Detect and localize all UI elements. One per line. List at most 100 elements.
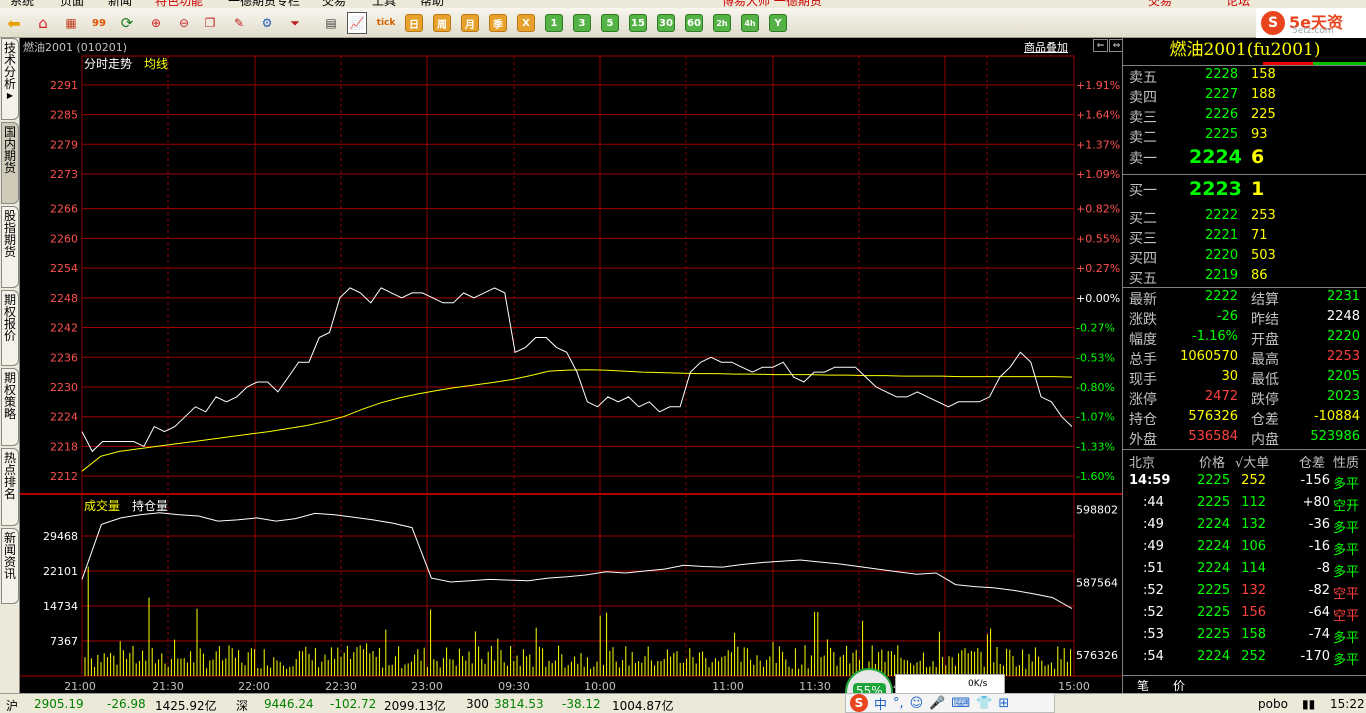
menu-item-page[interactable]: 页面 bbox=[60, 0, 84, 8]
table-icon[interactable]: ▤ bbox=[321, 13, 341, 33]
toolbox-icon[interactable]: ⊞ bbox=[998, 696, 1009, 711]
tick-position: +80 bbox=[1302, 495, 1330, 510]
mic-icon[interactable]: 🎤 bbox=[929, 696, 945, 711]
x-tick-label: 23:00 bbox=[411, 680, 443, 693]
keyboard-icon[interactable]: ⌨ bbox=[951, 696, 970, 711]
y-right-tick-label: -1.33% bbox=[1076, 440, 1115, 453]
back-icon[interactable]: ⬅ bbox=[4, 13, 24, 33]
y-tick-label: 2242 bbox=[50, 322, 78, 335]
period-30min-button[interactable]: 30 bbox=[657, 14, 675, 32]
sz-change: -102.72 bbox=[330, 697, 377, 711]
menu-item-column[interactable]: 一德期货专栏 bbox=[228, 0, 300, 8]
tab-4[interactable]: 期权策略 bbox=[1, 368, 19, 446]
commodity-overlay-link[interactable]: 商品叠加 bbox=[1024, 39, 1068, 55]
sell-volume: 188 bbox=[1251, 87, 1276, 102]
y-tick-label: 2236 bbox=[50, 351, 78, 364]
tick-volume: 106 bbox=[1241, 539, 1266, 554]
period-week-button[interactable]: 周 bbox=[433, 14, 451, 32]
punctuation-icon[interactable]: °, bbox=[893, 696, 904, 711]
ime-toolbar[interactable]: S 中 °, ☺ 🎤 ⌨ 👕 ⊞ bbox=[845, 693, 1055, 713]
menu-item-system[interactable]: 系统 bbox=[10, 0, 34, 8]
tab-0[interactable]: 技术分析 ▶ bbox=[1, 38, 19, 120]
period-y-button[interactable]: Y bbox=[769, 14, 787, 32]
buy-level-label: 买一 bbox=[1129, 183, 1157, 199]
menu-item-features[interactable]: 特色功能 bbox=[155, 0, 203, 8]
scroll-left-button[interactable]: ⇐ bbox=[1093, 39, 1108, 52]
tab-3[interactable]: 期权报价 bbox=[1, 290, 19, 366]
stat-label: 昨结 bbox=[1251, 312, 1279, 328]
x-tick-label: 09:30 bbox=[498, 680, 530, 693]
tab-1[interactable]: 国内期货 bbox=[1, 122, 19, 204]
period-15min-button[interactable]: 15 bbox=[629, 14, 647, 32]
menu-bar: 系统 页面 新闻 特色功能 一德期货专栏 交易 工具 帮助 博易大师 一德期货 … bbox=[0, 0, 1366, 8]
period-day-button[interactable]: 日 bbox=[405, 14, 423, 32]
skin-icon[interactable]: 👕 bbox=[976, 696, 992, 711]
forum-button[interactable]: 论坛 bbox=[1226, 0, 1250, 8]
refresh-icon[interactable]: ⟳ bbox=[117, 13, 137, 33]
tick-nature: 多平 bbox=[1333, 521, 1360, 536]
tick-volume: 252 bbox=[1241, 649, 1266, 664]
tick-price: 2225 bbox=[1197, 473, 1231, 488]
position-tick-label: 576326 bbox=[1076, 649, 1118, 662]
tick-button[interactable]: tick bbox=[376, 13, 396, 33]
zoom-in-icon[interactable]: ⊕ bbox=[146, 13, 166, 33]
volume-tick-label: 29468 bbox=[43, 530, 78, 543]
site-logo: S 5e天资 5etz.com bbox=[1256, 8, 1366, 38]
buy-price: 2222 bbox=[1205, 208, 1239, 223]
period-quarter-button[interactable]: 季 bbox=[489, 14, 507, 32]
menu-item-tools[interactable]: 工具 bbox=[372, 0, 396, 8]
period-x-button[interactable]: X bbox=[517, 14, 535, 32]
volume-tick-label: 7367 bbox=[50, 635, 78, 648]
period-1min-button[interactable]: 1 bbox=[545, 14, 563, 32]
grid-icon[interactable]: ▦ bbox=[61, 13, 81, 33]
period-4h-button[interactable]: 4h bbox=[741, 14, 759, 32]
sell-level-label: 卖二 bbox=[1129, 130, 1157, 146]
zoom-out-icon[interactable]: ⊖ bbox=[174, 13, 194, 33]
menu-item-news[interactable]: 新闻 bbox=[108, 0, 132, 8]
y-tick-label: 2254 bbox=[50, 262, 78, 275]
period-month-button[interactable]: 月 bbox=[461, 14, 479, 32]
period-2h-button[interactable]: 2h bbox=[713, 14, 731, 32]
tick-volume: 114 bbox=[1241, 561, 1266, 576]
tab-prices[interactable]: 价 bbox=[1173, 677, 1185, 694]
menu-item-trade[interactable]: 交易 bbox=[322, 0, 346, 8]
buy-volume: 503 bbox=[1251, 248, 1276, 263]
menu-item-help[interactable]: 帮助 bbox=[420, 0, 444, 8]
stat-value: 576326 bbox=[1188, 409, 1238, 424]
emoji-icon[interactable]: ☺ bbox=[910, 696, 924, 711]
sell-volume: 158 bbox=[1251, 67, 1276, 82]
tab-2[interactable]: 股指期货 bbox=[1, 206, 19, 288]
draw-line-icon[interactable]: ✎ bbox=[229, 13, 249, 33]
window-icon[interactable]: ❐ bbox=[200, 13, 220, 33]
open-interest-line bbox=[81, 512, 1073, 610]
home-icon[interactable]: ⌂ bbox=[33, 13, 53, 33]
left-tab-strip: 技术分析 ▶ 国内期货股指期货期权报价期权策略热点排名新闻资讯 bbox=[0, 38, 20, 693]
position-tick-label: 598802 bbox=[1076, 503, 1118, 516]
tab-trades[interactable]: 笔 bbox=[1137, 677, 1149, 694]
tick-nature: 多平 bbox=[1333, 653, 1360, 668]
y-right-tick-label: +1.91% bbox=[1076, 79, 1120, 92]
intraday-chart-icon[interactable]: 📈 bbox=[347, 12, 367, 34]
tick-price: 2225 bbox=[1197, 627, 1231, 642]
tab-6[interactable]: 新闻资讯 bbox=[1, 528, 19, 604]
stat-label: 仓差 bbox=[1251, 412, 1279, 428]
filter-icon[interactable]: ⏷ bbox=[285, 13, 305, 33]
period-60min-button[interactable]: 60 bbox=[685, 14, 703, 32]
sell-level-label: 卖四 bbox=[1129, 90, 1157, 106]
tab-5[interactable]: 热点排名 bbox=[1, 448, 19, 526]
tick-volume: 132 bbox=[1241, 583, 1266, 598]
period-3min-button[interactable]: 3 bbox=[573, 14, 591, 32]
stat-value: 1060570 bbox=[1180, 349, 1238, 364]
settings-icon[interactable]: ⚙ bbox=[257, 13, 277, 33]
period-5min-button[interactable]: 5 bbox=[601, 14, 619, 32]
stat-value: 2472 bbox=[1204, 389, 1238, 404]
position-tick-label: 587564 bbox=[1076, 576, 1118, 589]
intraday-chart[interactable]: 2291 +1.91% 2285 +1.64% 2279 +1.37% 2273 +1.09%… bbox=[20, 54, 1122, 693]
trade-button[interactable]: 交易 bbox=[1148, 0, 1172, 8]
stat-label: 内盘 bbox=[1251, 432, 1279, 448]
ime-lang[interactable]: 中 bbox=[874, 694, 887, 713]
sz-label: 深 bbox=[236, 699, 249, 713]
brand-label: pobo bbox=[1258, 697, 1288, 711]
quote-list-icon[interactable]: 99 bbox=[89, 13, 109, 33]
sh-index: 2905.19 bbox=[34, 697, 84, 711]
